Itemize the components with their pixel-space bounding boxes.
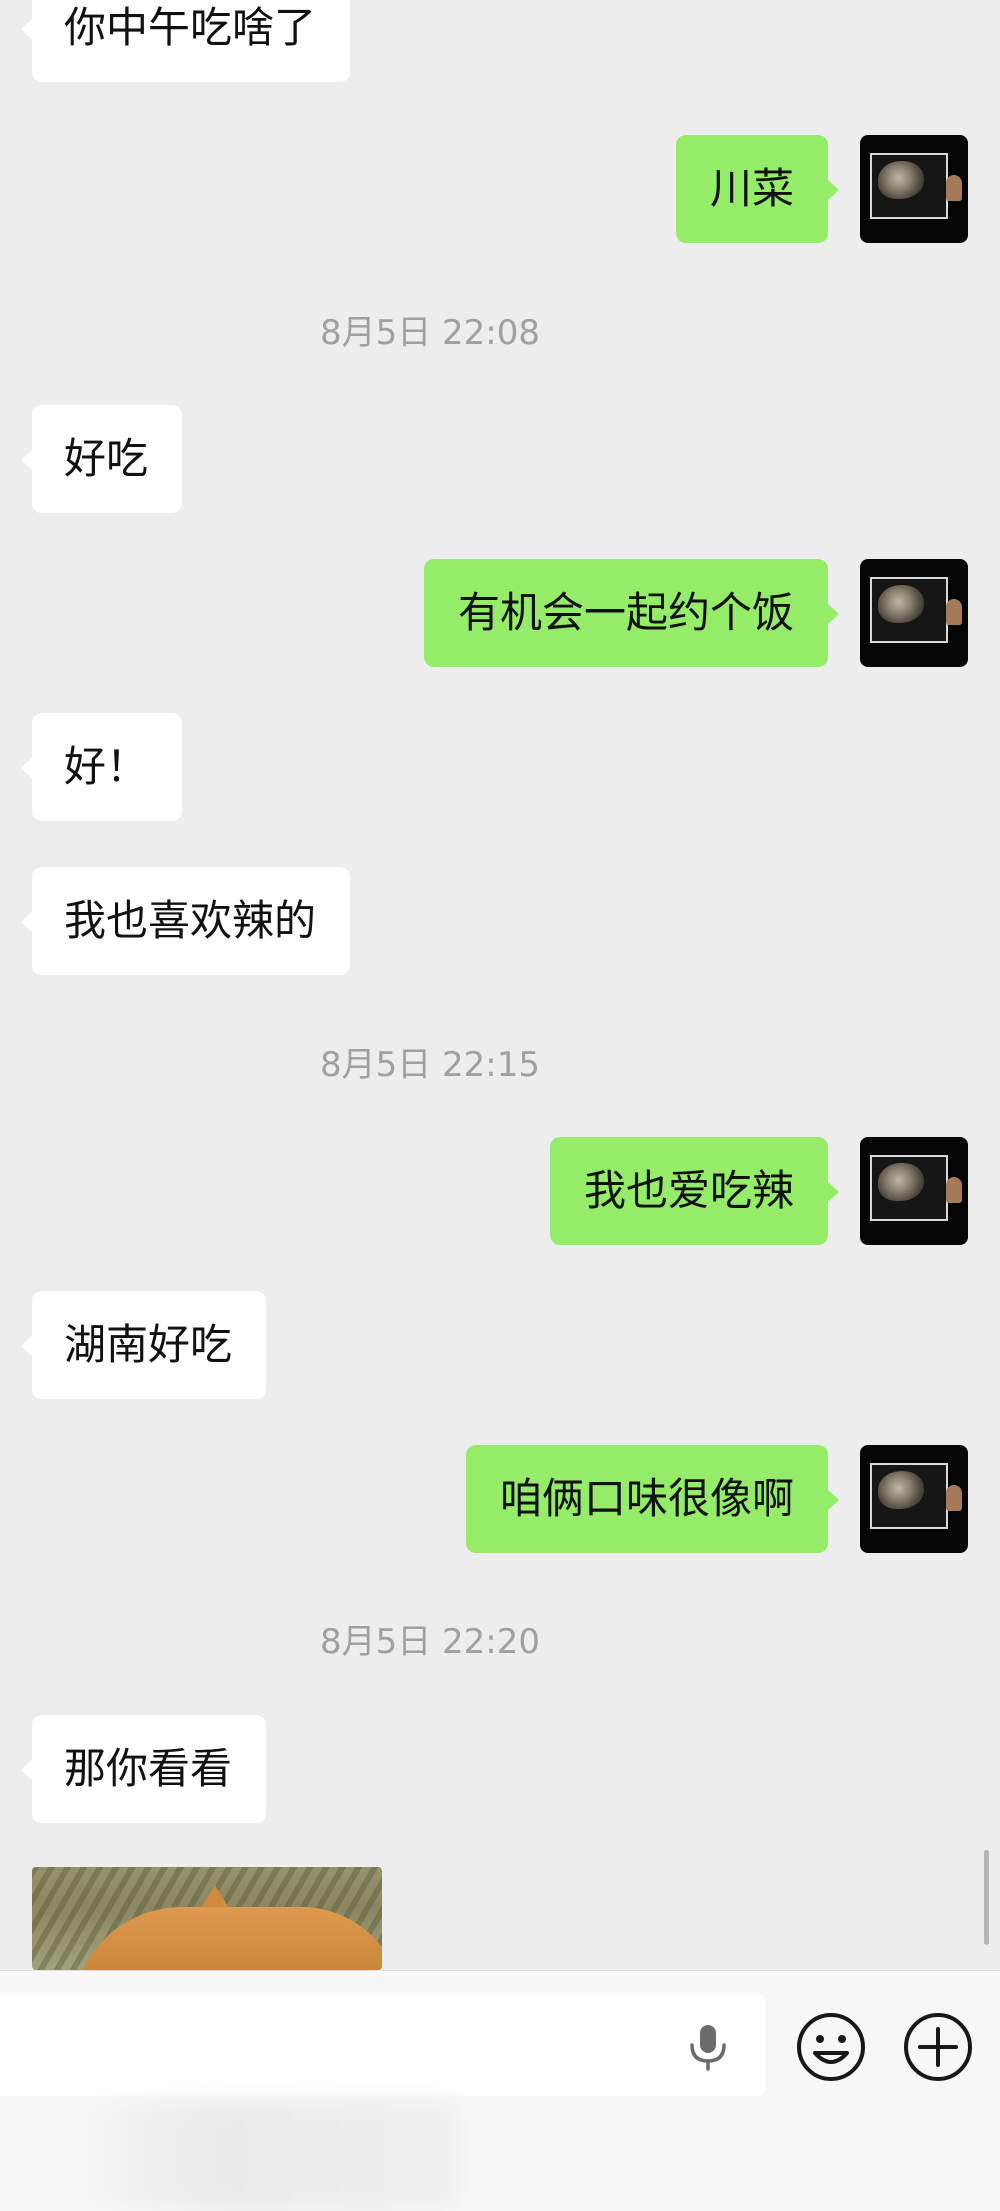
plus-icon[interactable] (902, 2011, 974, 2083)
image-message[interactable] (32, 1867, 382, 1970)
emoji-icon[interactable] (795, 2011, 867, 2083)
message-bubble-sent[interactable]: 有机会一起约个饭 (423, 559, 840, 667)
timestamp: 8月5日 22:08 (319, 313, 541, 353)
message-text: 我也爱吃辣 (583, 1166, 794, 1215)
message-text: 我也喜欢辣的 (64, 896, 317, 945)
microphone-icon[interactable] (686, 2023, 730, 2071)
avatar[interactable] (860, 559, 968, 667)
message-text: 好吃 (64, 434, 149, 483)
avatar[interactable] (860, 1137, 968, 1245)
message-bubble-received[interactable]: 好！ (20, 713, 183, 821)
avatar[interactable] (860, 1445, 968, 1553)
message-text: 有机会一起约个饭 (457, 588, 794, 637)
timestamp: 8月5日 22:20 (319, 1622, 541, 1662)
message-bubble-received[interactable]: 你中午吃啥了 (20, 0, 351, 82)
home-indicator-area (60, 2101, 460, 2211)
message-text: 湖南好吃 (64, 1320, 233, 1369)
message-bubble-received[interactable]: 我也喜欢辣的 (20, 867, 351, 975)
chat-message-list[interactable]: 你中午吃啥了 川菜 8月5日 22:08 好吃 有机会一起约个饭 好！ 我也喜欢… (0, 0, 1000, 1970)
message-input[interactable] (0, 1993, 765, 2096)
message-bubble-sent[interactable]: 我也爱吃辣 (549, 1137, 840, 1245)
message-text: 那你看看 (64, 1744, 233, 1793)
message-text: 川菜 (709, 164, 794, 213)
message-bubble-received[interactable]: 好吃 (20, 405, 183, 513)
message-bubble-received[interactable]: 湖南好吃 (20, 1291, 267, 1399)
input-bar (0, 1970, 1000, 2211)
timestamp: 8月5日 22:15 (319, 1045, 541, 1085)
message-bubble-received[interactable]: 那你看看 (20, 1715, 267, 1823)
avatar[interactable] (860, 135, 968, 243)
message-bubble-sent[interactable]: 川菜 (675, 135, 840, 243)
message-text: 咱俩口味很像啊 (499, 1474, 794, 1523)
scrollbar[interactable] (984, 1850, 989, 1945)
message-bubble-sent[interactable]: 咱俩口味很像啊 (465, 1445, 840, 1553)
message-text: 你中午吃啥了 (64, 3, 317, 52)
message-text: 好！ (64, 742, 149, 791)
